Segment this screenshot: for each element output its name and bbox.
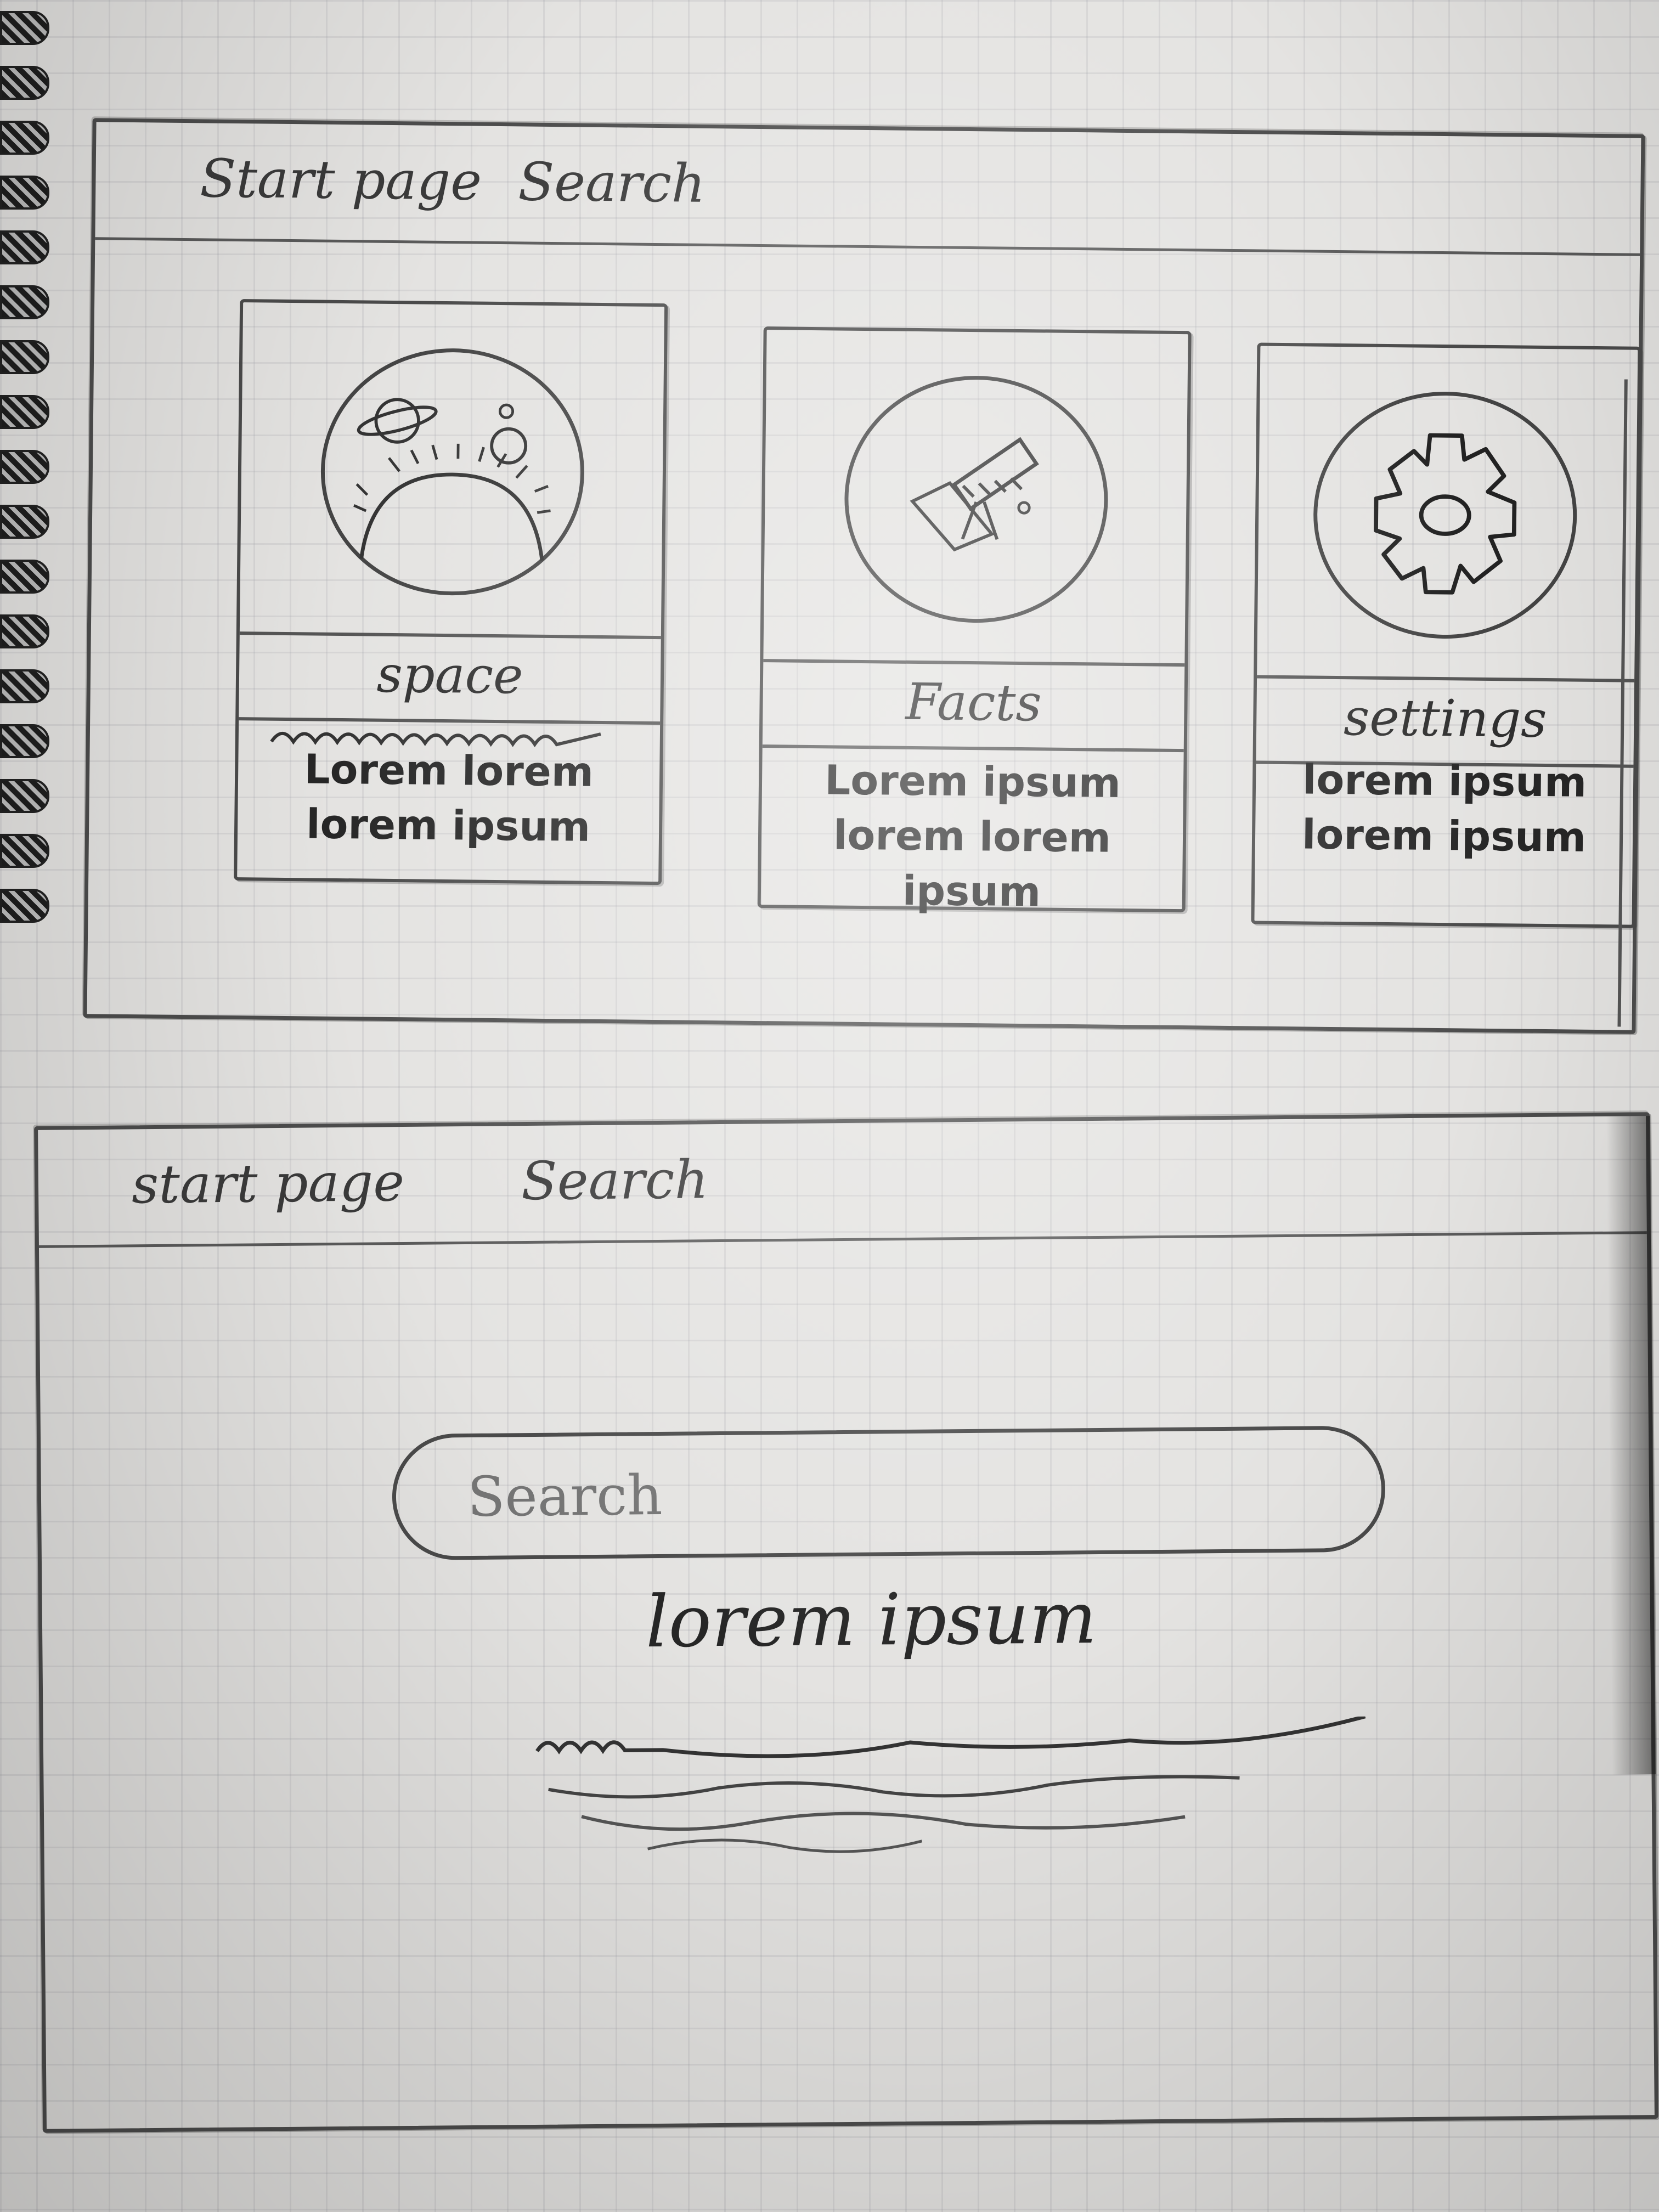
telescope-icon <box>843 374 1109 624</box>
card-description: lorem ipsum lorem ipsum <box>1301 756 1587 861</box>
spiral-ring <box>0 889 49 923</box>
nav-link-start-page[interactable]: start page <box>131 1152 404 1215</box>
spiral-ring <box>0 779 49 813</box>
spiral-ring <box>0 66 49 100</box>
spiral-ring <box>0 724 49 758</box>
spiral-ring <box>0 176 49 210</box>
page-edge-shadow <box>1606 1116 1656 1775</box>
search-page-wireframe: start page Search lorem ipsum <box>34 1112 1658 2133</box>
spiral-ring <box>0 450 49 484</box>
spiral-ring <box>0 834 49 868</box>
start-page-wireframe: Start page Search space Lorem lorem lore… <box>83 118 1659 1034</box>
card-description: Lorem lorem lorem ipsum <box>304 746 594 851</box>
card-facts[interactable]: Facts Lorem ipsum lorem lorem ipsum <box>757 326 1192 916</box>
spiral-ring <box>0 614 49 648</box>
spiral-ring <box>0 11 49 45</box>
spiral-ring <box>0 230 49 264</box>
spiral-ring <box>0 121 49 155</box>
card-title: space <box>239 631 661 725</box>
search-result-title: lorem ipsum <box>645 1576 1097 1664</box>
search-input[interactable] <box>391 1425 1386 1561</box>
card-space[interactable]: space Lorem lorem lorem ipsum <box>234 299 668 885</box>
card-title: Facts <box>762 659 1185 753</box>
top-nav-bar: start page Search <box>38 1116 1647 1248</box>
next-card-edge <box>1617 379 1659 1028</box>
spiral-ring <box>0 285 49 319</box>
spiral-ring <box>0 395 49 429</box>
planet-icon <box>319 347 586 597</box>
gear-icon <box>1312 390 1578 640</box>
top-nav-bar: Start page Search <box>95 122 1641 256</box>
nav-link-start-page[interactable]: Start page <box>200 148 482 212</box>
result-text-scribble <box>535 1716 1366 1853</box>
nav-link-search[interactable]: Search <box>521 1149 708 1212</box>
notebook-spiral-binding <box>0 11 55 944</box>
card-description: Lorem ipsum lorem lorem ipsum <box>824 757 1121 916</box>
spiral-ring <box>0 560 49 594</box>
nav-link-search[interactable]: Search <box>518 151 706 215</box>
card-settings[interactable]: settings lorem ipsum lorem ipsum <box>1251 342 1641 928</box>
spiral-ring <box>0 340 49 374</box>
spiral-ring <box>0 505 49 539</box>
spiral-ring <box>0 669 49 703</box>
